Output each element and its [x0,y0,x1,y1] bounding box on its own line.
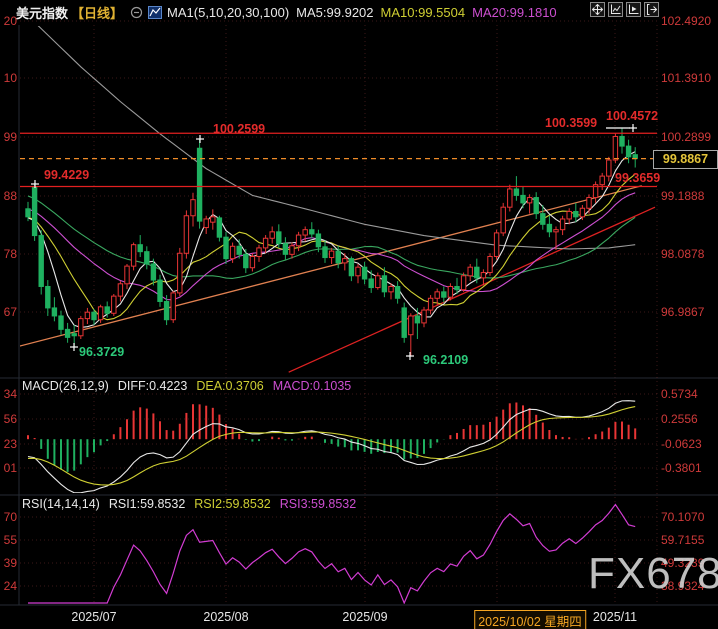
axis-label-left-clipped: 10 [3,71,17,85]
axis-label-left-clipped: 20 [3,14,17,28]
exit-forward-button[interactable] [644,2,659,17]
axis-label-right: 99.1888 [661,189,705,203]
ma-settings-label: MA1(5,10,20,30,100) [167,5,290,20]
axis-label-right: 70.1070 [661,510,705,524]
date-axis-label: 2025/10/02 星期四 [474,610,586,629]
rsi-settings-label: RSI(14,14,14) [22,497,100,511]
axis-label-left-clipped: 55 [3,533,17,547]
axis-label-left-clipped: 70 [3,510,17,524]
axis-label-left-clipped: 88 [3,189,17,203]
macd-dea-line [27,406,636,486]
rsi3-value: RSI3:59.8532 [279,497,357,511]
main-pane[interactable] [18,16,656,373]
swing-price-label: 99.4229 [44,168,90,182]
macd-dea-value: DEA:0.3706 [196,379,264,393]
last-price-box: 99.8867 [653,150,718,169]
swing-price-label: 100.3599 [545,116,598,130]
macd-hist-value: MACD:0.1035 [272,379,352,393]
macd-pane[interactable] [27,400,637,493]
axis-label-left-clipped: 01 [3,461,17,475]
price-chart-canvas[interactable] [0,0,718,629]
axis-label-left-clipped: 39 [3,556,17,570]
axis-label-right: 96.9867 [661,305,705,319]
axis-label-left-clipped: 67 [3,305,17,319]
ma5-line [27,151,636,328]
zoom-out-icon[interactable] [130,6,143,19]
chart-window: 美元指数 【日线】 MA1(5,10,20,30,100) MA5:99.920… [0,0,718,629]
axis-label-left-clipped: 78 [3,247,17,261]
axis-label-right: 100.2899 [661,130,712,144]
scale-axis-button[interactable] [608,2,623,17]
axis-label-right: 0.2556 [661,412,698,426]
ma10-value: MA10:99.5504 [380,5,466,20]
axis-label-left-clipped: 24 [3,579,17,593]
axis-label-right: -0.0623 [661,437,702,451]
axis-label-right: 102.4920 [661,14,712,28]
macd-pane-header: MACD(26,12,9) DIFF:0.4223 DEA:0.3706 MAC… [22,379,351,393]
rsi-pane-header: RSI(14,14,14) RSI1:59.8532 RSI2:59.8532 … [22,497,356,511]
rsi2-value: RSI2:59.8532 [194,497,271,511]
swing-price-label: 100.4572 [606,109,659,123]
rsi-pane[interactable] [28,503,636,604]
swing-price-label: 100.2599 [213,122,266,136]
indicator-chart-icon[interactable] [148,6,163,19]
axis-label-right: 101.3910 [661,71,712,85]
main-chart-header: 美元指数 【日线】 MA1(5,10,20,30,100) MA5:99.920… [16,3,557,22]
axis-label-right: 98.0878 [661,247,705,261]
swing-price-label: 96.2109 [423,353,469,367]
macd-diff-value: DIFF:0.4223 [117,379,188,393]
axis-label-left-clipped: 23 [3,437,17,451]
watermark: FX678 [588,549,718,598]
date-axis-label: 2025/11 [592,610,638,624]
chart-toolbar [590,2,659,17]
macd-diff-line [27,400,636,493]
axis-label-right: 59.7155 [661,533,705,547]
ma20-value: MA20:99.1810 [472,5,557,20]
axis-label-left-clipped: 99 [3,130,17,144]
rsi1-value: RSI1:59.8532 [108,497,186,511]
trendline-steep-uptrend [288,206,656,373]
playback-button[interactable] [626,2,641,17]
period-label: 【日线】 [71,6,124,21]
rsi-line [28,503,636,604]
date-axis-label: 2025/09 [342,610,388,624]
axis-label-right: -0.3801 [661,461,702,475]
swing-price-label: 99.3659 [615,171,661,185]
axis-label-left-clipped: 34 [3,387,17,401]
symbol-name: 美元指数 [16,6,69,21]
axis-label-right: 0.5734 [661,387,698,401]
date-axis-label: 2025/08 [203,610,249,624]
move-crosshair-button[interactable] [590,2,605,17]
date-axis-label: 2025/07 [71,610,117,624]
macd-settings-label: MACD(26,12,9) [22,379,109,393]
axis-label-left-clipped: 56 [3,412,17,426]
ma5-value: MA5:99.9202 [296,5,374,20]
swing-price-label: 96.3729 [79,345,125,359]
